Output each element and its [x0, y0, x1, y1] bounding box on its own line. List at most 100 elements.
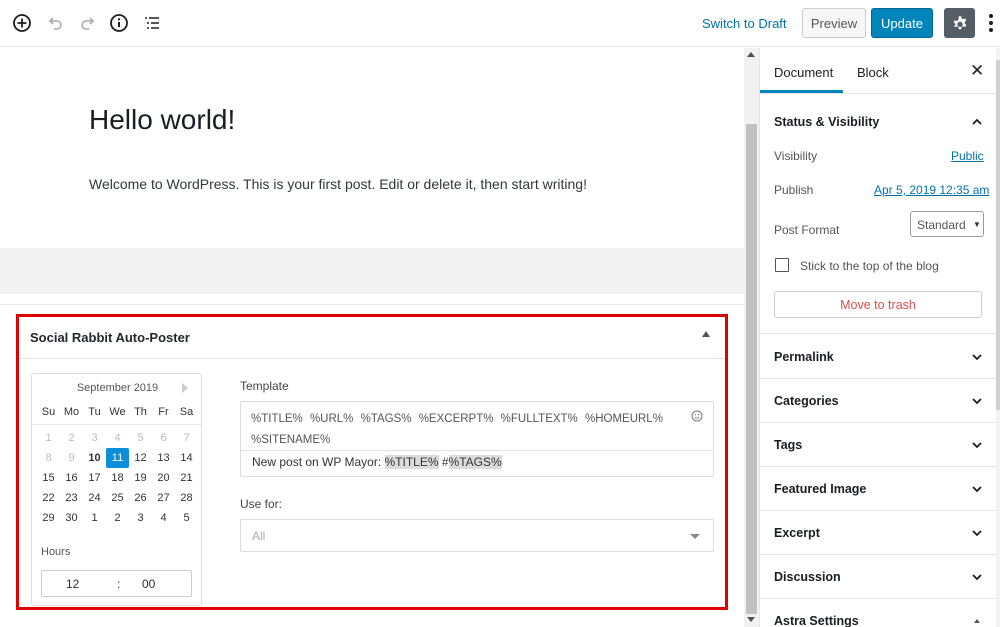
- collapse-arrow-icon[interactable]: [702, 331, 710, 337]
- template-tag-list[interactable]: %TITLE% %URL% %TAGS% %EXCERPT% %FULLTEXT…: [251, 409, 681, 451]
- close-icon[interactable]: ✕: [970, 61, 984, 81]
- post-paragraph[interactable]: Welcome to WordPress. This is your first…: [89, 176, 587, 192]
- editor-scrollbar-thumb[interactable]: [746, 124, 757, 614]
- calendar-day: 5: [137, 432, 144, 444]
- calendar-day[interactable]: 10: [83, 448, 106, 468]
- panel-astra-settings[interactable]: Astra Settings: [760, 599, 1000, 627]
- switch-to-draft-link[interactable]: Switch to Draft: [702, 16, 787, 31]
- calendar-day[interactable]: 17: [83, 468, 106, 488]
- sidebar-scrollbar-thumb[interactable]: [996, 60, 1000, 410]
- template-tag-title: %TITLE%: [384, 455, 439, 469]
- chevron-down-icon[interactable]: [972, 484, 982, 494]
- collapse-arrow-icon[interactable]: [972, 616, 982, 626]
- redo-icon[interactable]: [77, 12, 99, 34]
- weekday-label: Tu: [88, 406, 101, 418]
- calendar-day[interactable]: 19: [129, 468, 152, 488]
- scroll-down-arrow-icon[interactable]: [747, 617, 755, 622]
- emoji-icon[interactable]: [691, 410, 703, 422]
- weekday-label: Su: [41, 406, 56, 418]
- calendar-day[interactable]: 16: [60, 468, 83, 488]
- gear-icon: [953, 16, 966, 30]
- calendar-day[interactable]: 20: [152, 468, 175, 488]
- panel-categories[interactable]: Categories: [760, 379, 1000, 423]
- info-icon[interactable]: [108, 12, 130, 34]
- calendar-day[interactable]: 25: [106, 488, 129, 508]
- use-for-select[interactable]: All: [240, 519, 714, 552]
- chevron-down-icon[interactable]: [972, 528, 982, 538]
- calendar-day[interactable]: 21: [175, 468, 198, 488]
- outline-icon[interactable]: [141, 12, 163, 34]
- panel-excerpt[interactable]: Excerpt: [760, 511, 1000, 555]
- panel-featured-image[interactable]: Featured Image: [760, 467, 1000, 511]
- preview-button[interactable]: Preview: [802, 8, 866, 38]
- panel-discussion[interactable]: Discussion: [760, 555, 1000, 599]
- calendar-day[interactable]: 30: [60, 508, 83, 528]
- calendar-day[interactable]: 1: [83, 508, 106, 528]
- template-text: New post on WP Mayor:: [252, 455, 385, 469]
- calendar-day[interactable]: 14: [175, 448, 198, 468]
- chevron-up-icon[interactable]: [972, 117, 982, 127]
- social-rabbit-metabox: Social Rabbit Auto-Poster September 2019…: [16, 314, 728, 610]
- undo-icon[interactable]: [44, 12, 66, 34]
- editor-footer-band: [0, 248, 744, 294]
- calendar-day-selected[interactable]: 11: [106, 448, 129, 468]
- chevron-down-icon[interactable]: [972, 352, 982, 362]
- visibility-link[interactable]: Public: [951, 149, 984, 163]
- template-editor[interactable]: %TITLE% %URL% %TAGS% %EXCERPT% %FULLTEXT…: [240, 401, 714, 477]
- calendar-day[interactable]: 13: [152, 448, 175, 468]
- hour-value[interactable]: 12: [66, 577, 79, 591]
- date-picker: September 2019 Su Mo Tu We Th Fr Sa 1234567891…: [31, 373, 202, 606]
- tab-block[interactable]: Block: [857, 65, 889, 80]
- calendar-month: September 2019: [76, 382, 159, 394]
- publish-date-link[interactable]: Apr 5, 2019 12:35 am: [874, 183, 989, 197]
- more-options-icon[interactable]: [985, 12, 997, 34]
- calendar-day[interactable]: 26: [129, 488, 152, 508]
- calendar-day[interactable]: 2: [106, 508, 129, 528]
- calendar-day: 6: [160, 432, 167, 444]
- calendar-day[interactable]: 23: [60, 488, 83, 508]
- add-block-icon[interactable]: [11, 12, 33, 34]
- update-button[interactable]: Update: [871, 8, 933, 38]
- chevron-down-icon[interactable]: [972, 440, 982, 450]
- time-input[interactable]: 12 : 00: [41, 570, 192, 597]
- metabox-header[interactable]: Social Rabbit Auto-Poster: [19, 317, 725, 359]
- calendar-day[interactable]: 22: [37, 488, 60, 508]
- use-for-value: All: [252, 529, 266, 543]
- hours-label: Hours: [41, 546, 71, 558]
- active-tab-indicator: [760, 90, 843, 93]
- use-for-label: Use for:: [240, 497, 283, 511]
- calendar-day[interactable]: 5: [175, 508, 198, 528]
- template-text-input[interactable]: New post on WP Mayor: %TITLE% #%TAGS%: [252, 455, 502, 469]
- tab-document[interactable]: Document: [774, 65, 833, 80]
- sticky-label: Stick to the top of the blog: [800, 259, 939, 273]
- calendar-day: 8: [45, 452, 52, 464]
- scroll-up-arrow-icon[interactable]: [747, 52, 755, 57]
- calendar-day[interactable]: 29: [37, 508, 60, 528]
- next-month-arrow-icon[interactable]: [182, 383, 188, 393]
- editor-toolbar: Switch to Draft Preview Update: [0, 0, 1000, 47]
- divider: [0, 304, 744, 305]
- calendar-day[interactable]: 3: [129, 508, 152, 528]
- calendar-day[interactable]: 27: [152, 488, 175, 508]
- calendar-day[interactable]: 12: [129, 448, 152, 468]
- calendar-day[interactable]: 28: [175, 488, 198, 508]
- move-to-trash-button[interactable]: Move to trash: [774, 291, 982, 318]
- chevron-down-icon[interactable]: [972, 572, 982, 582]
- panel-permalink[interactable]: Permalink: [760, 335, 1000, 379]
- post-title[interactable]: Hello world!: [89, 104, 235, 136]
- panel-title[interactable]: Status & Visibility: [774, 115, 879, 129]
- sticky-checkbox[interactable]: [775, 258, 789, 272]
- calendar-day[interactable]: 4: [152, 508, 175, 528]
- settings-gear-button[interactable]: [944, 8, 975, 38]
- template-label: Template: [240, 379, 289, 393]
- weekday-label: Fr: [158, 406, 169, 418]
- minute-value[interactable]: 00: [142, 577, 155, 591]
- calendar-day[interactable]: 15: [37, 468, 60, 488]
- panel-title: Discussion: [774, 570, 841, 584]
- post-format-select[interactable]: Standard ▼: [910, 211, 984, 237]
- panel-title: Excerpt: [774, 526, 820, 540]
- chevron-down-icon[interactable]: [972, 396, 982, 406]
- calendar-day[interactable]: 24: [83, 488, 106, 508]
- calendar-day[interactable]: 18: [106, 468, 129, 488]
- panel-tags[interactable]: Tags: [760, 423, 1000, 467]
